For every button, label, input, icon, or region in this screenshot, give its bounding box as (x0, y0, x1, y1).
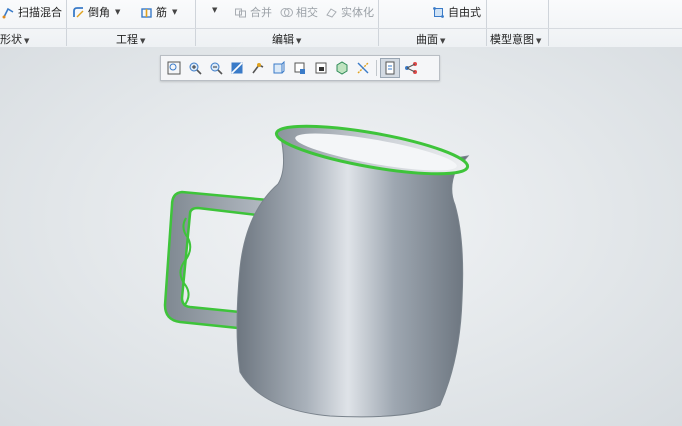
editing-more-button[interactable]: ▼ (210, 6, 217, 14)
graphics-window[interactable] (0, 47, 682, 426)
section-icon[interactable] (332, 58, 352, 78)
group-shapes[interactable]: 形状 ▼ (0, 31, 29, 47)
rib-label: 筋 (156, 6, 167, 19)
sweep-blend-button[interactable]: 扫描混合 (2, 4, 62, 20)
sketch-view-icon[interactable] (401, 58, 421, 78)
ribbon: 扫描混合 倒角 ▼ 筋 ▼ ▼ 合并 相交 实体化 自由式 形状 ▼ 工程 ▼ … (0, 0, 682, 48)
freestyle-icon (433, 6, 444, 18)
datum-display-icon[interactable] (353, 58, 373, 78)
merge-icon (235, 8, 246, 17)
group-engineering[interactable]: 工程 ▼ (116, 31, 145, 47)
view-toolbar (160, 55, 440, 81)
group-model-intent-label: 模型意图 (490, 33, 534, 46)
ribbon-group-labels: 形状 ▼ 工程 ▼ 编辑 ▼ 曲面 ▼ 模型意图 ▼ (0, 28, 682, 47)
group-editing[interactable]: 编辑 ▼ (272, 31, 301, 47)
group-shapes-label: 形状 (0, 33, 22, 46)
reorient-icon[interactable] (248, 58, 268, 78)
freestyle-button[interactable]: 自由式 (432, 4, 481, 20)
group-surfaces[interactable]: 曲面 ▼ (416, 31, 445, 47)
perspective-icon[interactable] (311, 58, 331, 78)
chevron-down-icon[interactable]: ▼ (212, 6, 217, 14)
spin-center-icon[interactable] (380, 58, 400, 78)
intersect-label: 相交 (296, 6, 318, 19)
saved-views-icon[interactable] (269, 58, 289, 78)
merge-label: 合并 (250, 6, 272, 19)
sweep-blend-label: 扫描混合 (18, 6, 62, 19)
rib-icon (141, 7, 152, 18)
chevron-down-icon[interactable]: ▼ (115, 8, 120, 16)
repaint-icon[interactable] (227, 58, 247, 78)
merge-button[interactable]: 合并 (234, 4, 272, 20)
sweep-blend-icon (2, 7, 14, 18)
round-button[interactable]: 倒角 ▼ (72, 4, 120, 20)
group-model-intent[interactable]: 模型意图 ▼ (490, 31, 541, 47)
mug-body[interactable] (236, 132, 470, 418)
chevron-down-icon[interactable]: ▼ (296, 37, 301, 45)
chevron-down-icon[interactable]: ▼ (24, 37, 29, 45)
group-engineering-label: 工程 (116, 33, 138, 46)
freestyle-label: 自由式 (448, 6, 481, 19)
rib-button[interactable]: 筋 ▼ (140, 4, 177, 20)
mug-model[interactable] (0, 47, 682, 426)
chevron-down-icon[interactable]: ▼ (440, 37, 445, 45)
group-surfaces-label: 曲面 (416, 33, 438, 46)
chevron-down-icon[interactable]: ▼ (140, 37, 145, 45)
solidify-label: 实体化 (341, 6, 374, 19)
intersect-button[interactable]: 相交 (280, 4, 318, 20)
solidify-button[interactable]: 实体化 (325, 4, 374, 20)
group-editing-label: 编辑 (272, 33, 294, 46)
intersect-icon (280, 7, 293, 17)
chevron-down-icon[interactable]: ▼ (536, 37, 541, 45)
zoom-out-icon[interactable] (206, 58, 226, 78)
display-style-icon[interactable] (290, 58, 310, 78)
zoom-fit-icon[interactable] (164, 58, 184, 78)
separator (376, 60, 377, 76)
zoom-in-icon[interactable] (185, 58, 205, 78)
solidify-icon (326, 7, 337, 18)
round-label: 倒角 (88, 6, 110, 19)
round-icon (73, 6, 84, 17)
chevron-down-icon[interactable]: ▼ (172, 8, 177, 16)
